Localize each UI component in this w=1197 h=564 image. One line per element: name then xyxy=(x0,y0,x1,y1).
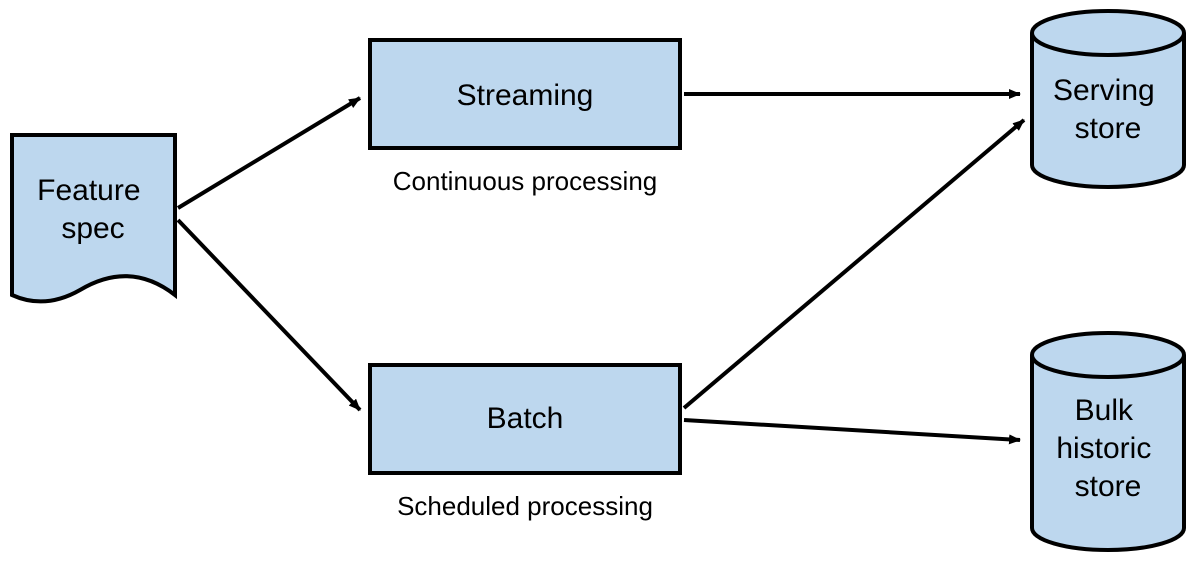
streaming-caption: Continuous processing xyxy=(393,166,658,196)
arrow-batch-to-bulk xyxy=(684,420,1020,440)
bulk-store-node: Bulk historic store xyxy=(1032,333,1184,550)
bulk-store-label-2: historic xyxy=(1056,432,1151,465)
architecture-diagram: Feature spec Streaming Continuous proces… xyxy=(0,0,1197,564)
serving-store-label-1: Serving xyxy=(1053,74,1155,107)
serving-store-label-2: store xyxy=(1075,112,1142,145)
batch-node: Batch Scheduled processing xyxy=(370,365,680,521)
feature-spec-label-2: spec xyxy=(61,212,124,245)
streaming-node: Streaming Continuous processing xyxy=(370,40,680,196)
serving-store-node: Serving store xyxy=(1032,11,1184,187)
arrow-batch-to-serving xyxy=(684,120,1024,408)
feature-spec-label-1: Feature xyxy=(37,174,140,207)
feature-spec-node: Feature spec xyxy=(12,135,175,301)
streaming-label: Streaming xyxy=(457,79,594,112)
batch-label: Batch xyxy=(487,402,564,435)
batch-caption: Scheduled processing xyxy=(397,491,653,521)
bulk-store-label-1: Bulk xyxy=(1075,394,1134,427)
bulk-store-label-3: store xyxy=(1075,470,1142,503)
arrow-spec-to-batch xyxy=(178,220,360,410)
arrow-spec-to-streaming xyxy=(178,98,360,208)
